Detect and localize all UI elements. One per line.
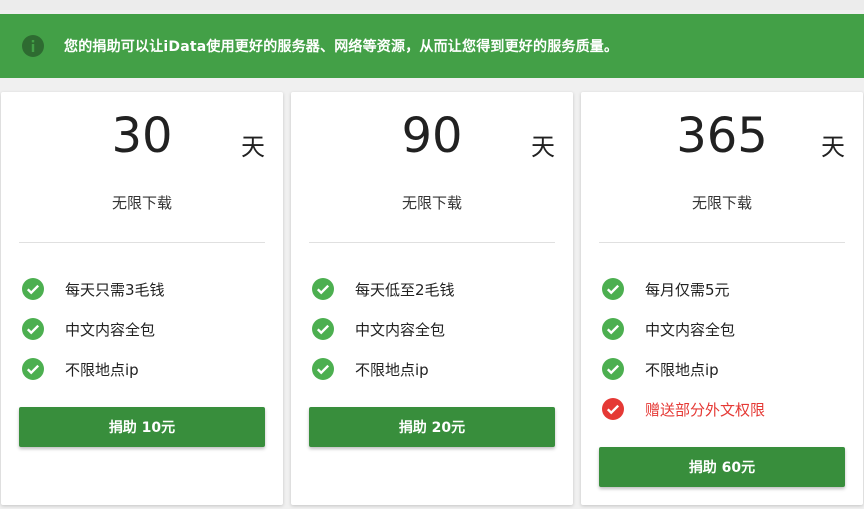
check-circle-icon (311, 357, 335, 381)
check-circle-icon (311, 277, 335, 301)
plan-card-365-days: 365 天 无限下载 每月仅需5元 中文内容全包 不限地点ip 赠送部分外文权限… (581, 92, 863, 505)
feature-item-bonus: 赠送部分外文权限 (599, 389, 845, 429)
alert-message: 您的捐助可以让iData使用更好的服务器、网络等资源，从而让您得到更好的服务质量… (64, 39, 619, 55)
check-circle-icon (21, 277, 45, 301)
plan-subtitle: 无限下载 (111, 194, 172, 212)
check-circle-icon (601, 397, 625, 421)
plan-card-30-days: 30 天 无限下载 每天只需3毛钱 中文内容全包 不限地点ip 捐助 10元 (1, 92, 283, 505)
feature-list: 每天只需3毛钱 中文内容全包 不限地点ip (1, 243, 283, 389)
check-circle-icon (601, 357, 625, 381)
feature-item: 中文内容全包 (309, 309, 555, 349)
feature-item: 每天只需3毛钱 (19, 269, 265, 309)
plan-subtitle: 无限下载 (401, 194, 462, 212)
feature-list: 每天低至2毛钱 中文内容全包 不限地点ip (291, 243, 573, 389)
feature-item: 中文内容全包 (19, 309, 265, 349)
check-circle-icon (21, 317, 45, 341)
feature-text: 赠送部分外文权限 (645, 400, 766, 419)
feature-item: 不限地点ip (19, 349, 265, 389)
check-circle-icon (601, 277, 625, 301)
feature-text: 不限地点ip (645, 360, 719, 379)
check-circle-icon (601, 317, 625, 341)
plan-header: 365 天 无限下载 (599, 92, 845, 243)
feature-text: 不限地点ip (355, 360, 429, 379)
check-circle-icon (311, 317, 335, 341)
feature-text: 每天低至2毛钱 (355, 280, 455, 299)
feature-text: 中文内容全包 (355, 320, 446, 339)
top-strip (0, 0, 864, 10)
plan-unit: 天 (821, 133, 845, 161)
feature-text: 中文内容全包 (645, 320, 736, 339)
donate-10-button[interactable]: 捐助 10元 (19, 407, 265, 447)
plan-days: 30 (111, 108, 173, 164)
feature-item: 中文内容全包 (599, 309, 845, 349)
feature-text: 不限地点ip (65, 360, 139, 379)
feature-text: 中文内容全包 (65, 320, 156, 339)
plan-header: 90 天 无限下载 (309, 92, 555, 243)
plan-unit: 天 (531, 133, 555, 161)
plan-card-90-days: 90 天 无限下载 每天低至2毛钱 中文内容全包 不限地点ip 捐助 20元 (291, 92, 573, 505)
feature-item: 每月仅需5元 (599, 269, 845, 309)
plan-unit: 天 (241, 133, 265, 161)
info-alert: 您的捐助可以让iData使用更好的服务器、网络等资源，从而让您得到更好的服务质量… (0, 14, 864, 78)
donate-60-button[interactable]: 捐助 60元 (599, 447, 845, 487)
plan-header: 30 天 无限下载 (19, 92, 265, 243)
donate-20-button[interactable]: 捐助 20元 (309, 407, 555, 447)
check-circle-icon (21, 357, 45, 381)
plan-subtitle: 无限下载 (691, 194, 752, 212)
feature-text: 每月仅需5元 (645, 280, 730, 299)
plan-days: 90 (401, 108, 463, 164)
info-icon (21, 34, 45, 58)
feature-item: 每天低至2毛钱 (309, 269, 555, 309)
feature-item: 不限地点ip (309, 349, 555, 389)
plan-days: 365 (676, 108, 768, 164)
feature-text: 每天只需3毛钱 (65, 280, 165, 299)
feature-list: 每月仅需5元 中文内容全包 不限地点ip 赠送部分外文权限 (581, 243, 863, 429)
feature-item: 不限地点ip (599, 349, 845, 389)
